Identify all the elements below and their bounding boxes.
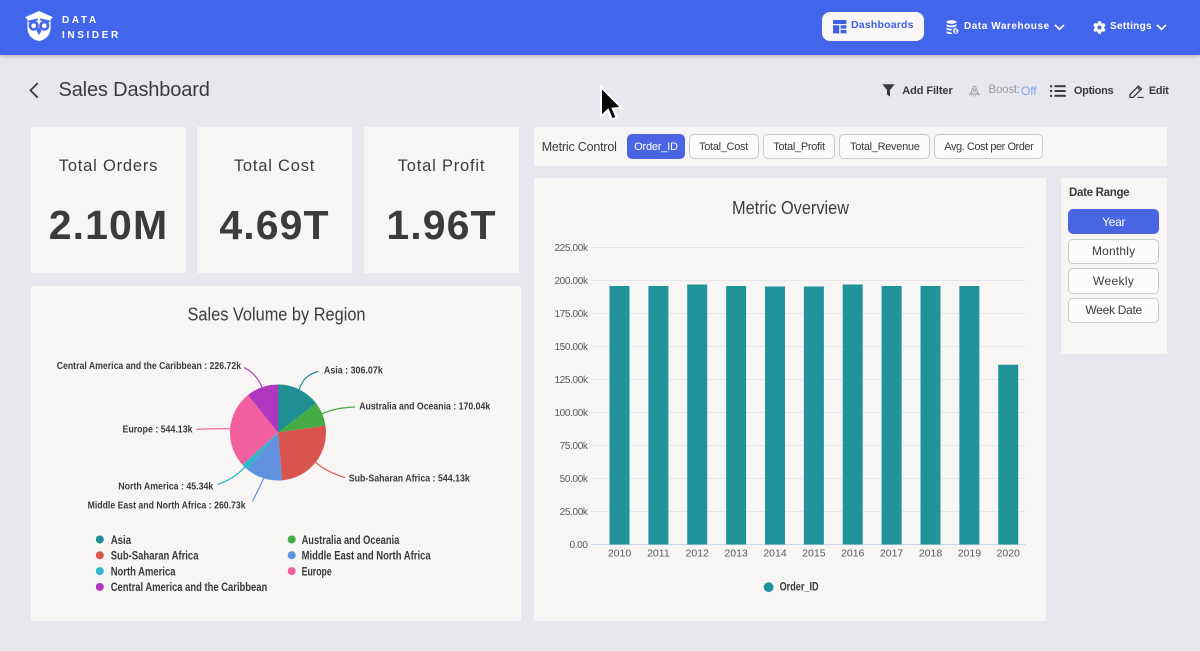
svg-text:2014: 2014	[763, 547, 787, 559]
svg-text:Order_ID: Order_ID	[780, 580, 819, 594]
svg-text:Middle East and North Africa: Middle East and North Africa	[302, 549, 431, 563]
svg-text:Australia and Oceania : 170.04: Australia and Oceania : 170.04k	[359, 402, 490, 413]
svg-text:Central America and the Caribb: Central America and the Caribbean	[111, 580, 268, 594]
svg-text:2011: 2011	[647, 547, 670, 559]
svg-text:0.00: 0.00	[570, 540, 589, 551]
svg-text:2019: 2019	[958, 547, 982, 559]
svg-text:Europe: Europe	[302, 564, 332, 578]
svg-text:2010: 2010	[608, 547, 632, 559]
svg-text:Asia : 306.07k: Asia : 306.07k	[324, 366, 383, 377]
svg-text:North America : 45.34k: North America : 45.34k	[118, 482, 213, 493]
svg-text:2012: 2012	[686, 547, 710, 559]
svg-text:Sub-Saharan Africa: Sub-Saharan Africa	[111, 549, 199, 563]
svg-text:2020: 2020	[997, 547, 1021, 559]
svg-text:150.00k: 150.00k	[554, 342, 588, 353]
svg-text:175.00k: 175.00k	[554, 309, 588, 320]
svg-text:2016: 2016	[841, 547, 865, 559]
svg-text:125.00k: 125.00k	[554, 375, 588, 386]
svg-text:Australia and Oceania: Australia and Oceania	[302, 533, 400, 547]
svg-text:225.00k: 225.00k	[554, 243, 588, 254]
svg-text:2017: 2017	[880, 547, 904, 559]
svg-text:Sales Volume by Region: Sales Volume by Region	[188, 303, 366, 324]
svg-text:200.00k: 200.00k	[554, 276, 588, 287]
svg-text:50.00k: 50.00k	[560, 474, 589, 485]
svg-text:2015: 2015	[802, 547, 826, 559]
svg-text:75.00k: 75.00k	[560, 441, 589, 452]
svg-text:Sub-Saharan Africa : 544.13k: Sub-Saharan Africa : 544.13k	[349, 474, 470, 485]
svg-text:Europe : 544.13k: Europe : 544.13k	[123, 425, 193, 436]
svg-text:North America: North America	[111, 564, 176, 578]
svg-text:100.00k: 100.00k	[554, 408, 588, 419]
svg-text:Central America and the Caribb: Central America and the Caribbean : 226.…	[57, 361, 242, 372]
svg-text:2018: 2018	[919, 547, 943, 559]
svg-text:Metric Overview: Metric Overview	[732, 197, 850, 218]
svg-text:2013: 2013	[724, 547, 748, 559]
svg-text:Asia: Asia	[111, 533, 132, 547]
svg-text:Middle East and North Africa :: Middle East and North Africa : 260.73k	[88, 501, 246, 512]
svg-text:25.00k: 25.00k	[560, 507, 589, 518]
